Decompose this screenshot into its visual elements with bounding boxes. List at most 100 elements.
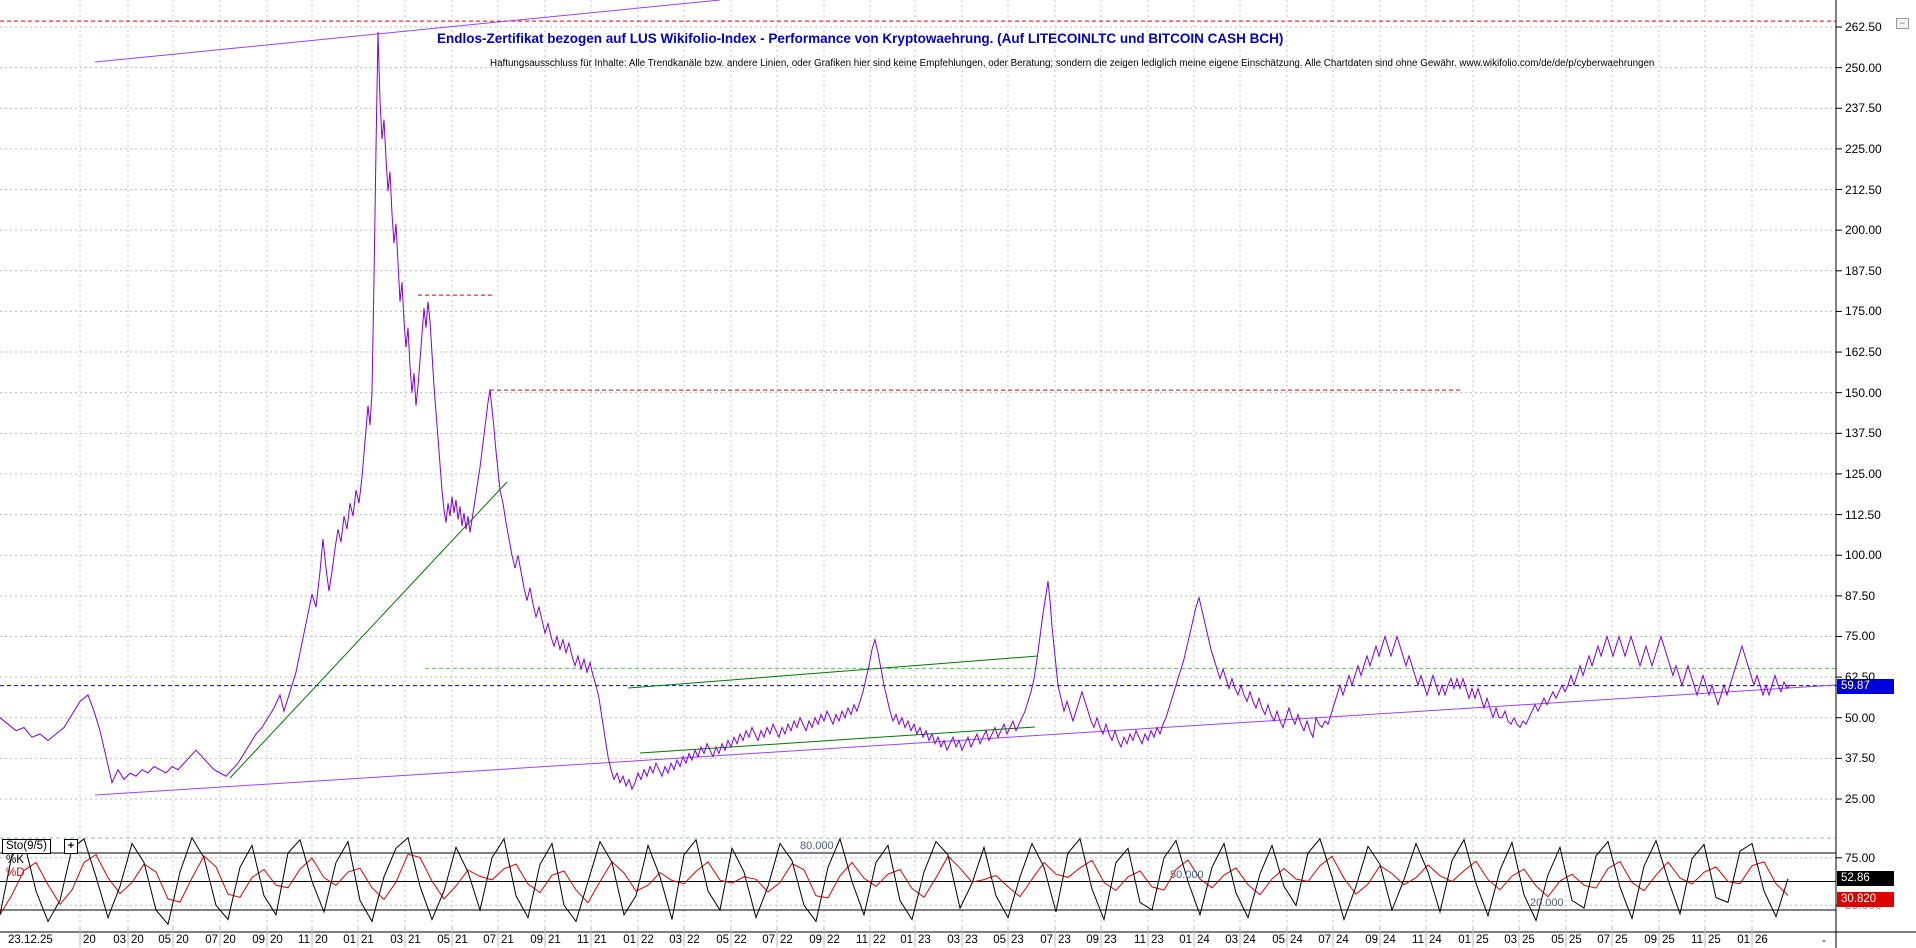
x-axis-label-year: 20 xyxy=(270,934,283,946)
x-axis-label-month: 09 xyxy=(1365,934,1378,946)
x-axis-label-year: 25 xyxy=(1522,934,1535,946)
x-axis-label-month: 05 xyxy=(993,934,1006,946)
stochastic-d-label: %D xyxy=(6,867,25,879)
y-axis-label: 125.00 xyxy=(1845,466,1882,481)
x-axis-label-year: 24 xyxy=(1429,934,1442,946)
x-axis-label-month: 11 xyxy=(1134,934,1146,946)
x-axis-label-year: 21 xyxy=(548,934,561,946)
x-axis-label-year: 25 xyxy=(1615,934,1628,946)
trend-green-channel-lower xyxy=(639,726,1036,754)
trend-green-channel-upper xyxy=(627,655,1039,689)
y-axis-label: 25.00 xyxy=(1845,791,1876,806)
chart-disclaimer: Haftungsausschluss für Inhalte: Alle Tre… xyxy=(490,58,1655,69)
x-axis-label-year: 23 xyxy=(918,934,931,946)
x-axis-label-month: 03 xyxy=(1225,934,1238,946)
x-axis-label-year: 24 xyxy=(1197,934,1210,946)
y-axis-label: 50.00 xyxy=(1845,710,1876,725)
x-axis-label-year: 24 xyxy=(1383,934,1396,946)
x-axis-label-month: 05 xyxy=(437,934,450,946)
x-axis-label-year: 21 xyxy=(501,934,514,946)
y-axis-label: 212.50 xyxy=(1845,182,1882,197)
x-axis-label-year: 21 xyxy=(361,934,374,946)
x-axis-label-year: 22 xyxy=(780,934,793,946)
stochastic-d-line xyxy=(0,853,1789,916)
y-axis-label: 162.50 xyxy=(1845,345,1882,360)
x-axis-label-year: 20 xyxy=(131,934,144,946)
x-axis-label-month: 09 xyxy=(252,934,265,946)
x-axis-label-year: 23 xyxy=(965,934,978,946)
x-axis-label-year: 24 xyxy=(1290,934,1303,946)
x-axis-label-month: 09 xyxy=(809,934,822,946)
indicator-level-label: 80.000 xyxy=(800,840,834,852)
x-axis-label-month: 05 xyxy=(1551,934,1564,946)
x-axis-label-month: 07 xyxy=(1597,934,1610,946)
y-axis-label: 100.00 xyxy=(1845,548,1882,563)
collapse-panel-button[interactable]: − xyxy=(1896,18,1909,29)
x-axis-label-year: 21 xyxy=(594,934,607,946)
price-line-series xyxy=(0,31,1795,791)
stochastic-k-value-tag: 52.86 xyxy=(1837,871,1894,886)
x-axis-label-year: 20 xyxy=(315,934,328,946)
x-axis-label-year: 23 xyxy=(1151,934,1164,946)
x-axis-label-year: 23 xyxy=(1104,934,1117,946)
x-axis-label-month: 09 xyxy=(1086,934,1099,946)
x-axis-label-year: 20 xyxy=(176,934,189,946)
price-chart-canvas[interactable] xyxy=(0,0,1916,948)
x-axis-label-year: 22 xyxy=(873,934,886,946)
x-axis-label-month: 07 xyxy=(1040,934,1053,946)
y-axis-label: 175.00 xyxy=(1845,304,1882,319)
x-axis-label-year: 22 xyxy=(641,934,654,946)
zoom-out-label[interactable]: - xyxy=(1822,933,1826,947)
x-axis-label-month: 01 xyxy=(343,934,356,946)
x-axis-label-year: 23 xyxy=(1011,934,1024,946)
x-axis-label-month: 07 xyxy=(205,934,218,946)
x-axis-label-month: 05 xyxy=(716,934,729,946)
y-axis-label: 87.50 xyxy=(1845,588,1876,603)
x-axis-label-month: 11 xyxy=(298,934,310,946)
y-axis-label: 75.00 xyxy=(1845,629,1876,644)
y-axis-label: 150.00 xyxy=(1845,385,1882,400)
x-axis-label-month: 03 xyxy=(1504,934,1517,946)
indicator-axis-label: 75.00 xyxy=(1845,850,1876,865)
x-axis-label-month: 01 xyxy=(1737,934,1750,946)
x-axis-label-month: 01 xyxy=(900,934,913,946)
y-axis-label: 112.50 xyxy=(1845,507,1881,522)
x-axis-label-month: 11 xyxy=(577,934,589,946)
y-axis-label: 262.50 xyxy=(1845,20,1882,34)
y-axis-label: 237.50 xyxy=(1845,101,1882,116)
y-axis-label: 225.00 xyxy=(1845,141,1882,156)
x-axis-label-month: 07 xyxy=(1318,934,1331,946)
x-axis-label-year: 22 xyxy=(827,934,840,946)
indicator-label-button[interactable]: Sto(9/5) xyxy=(2,839,51,854)
chart-title: Endlos-Zertifikat bezogen auf LUS Wikifo… xyxy=(437,31,1284,46)
y-axis-label: 200.00 xyxy=(1845,223,1882,238)
x-axis-label-year: 20 xyxy=(223,934,236,946)
x-axis-label-month: 01 xyxy=(1458,934,1471,946)
indicator-level-label: 20.000 xyxy=(1530,897,1564,909)
chart-window: Endlos-Zertifikat bezogen auf LUS Wikifo… xyxy=(0,0,1916,948)
x-axis-label: 20 xyxy=(83,934,96,946)
x-axis-label-year: 23 xyxy=(1058,934,1071,946)
x-axis-start-date: 23.12.25 xyxy=(8,934,53,946)
y-axis-label: 37.50 xyxy=(1845,751,1876,766)
add-indicator-button[interactable]: + xyxy=(64,839,78,854)
x-axis-label-month: 09 xyxy=(530,934,543,946)
trend-violet-long-support xyxy=(94,684,1837,796)
x-axis-label-month: 03 xyxy=(113,934,126,946)
x-axis-label-year: 25 xyxy=(1708,934,1721,946)
y-axis-label: 62.50 xyxy=(1845,670,1876,685)
x-axis-label-month: 05 xyxy=(1272,934,1285,946)
stochastic-d-value-tag: 30.820 xyxy=(1837,892,1894,907)
stochastic-k-label: %K xyxy=(6,854,24,866)
x-axis-label-year: 26 xyxy=(1755,934,1768,946)
x-axis-label-month: 11 xyxy=(1412,934,1424,946)
y-axis-label: 250.00 xyxy=(1845,60,1882,75)
x-axis-label-month: 11 xyxy=(856,934,868,946)
x-axis-label-year: 25 xyxy=(1662,934,1675,946)
x-axis-label-month: 07 xyxy=(762,934,775,946)
x-axis-label-year: 21 xyxy=(455,934,468,946)
x-axis-label-year: 21 xyxy=(408,934,421,946)
x-axis-label-month: 01 xyxy=(623,934,636,946)
x-axis-label-month: 11 xyxy=(1691,934,1703,946)
x-axis-label-year: 24 xyxy=(1243,934,1256,946)
